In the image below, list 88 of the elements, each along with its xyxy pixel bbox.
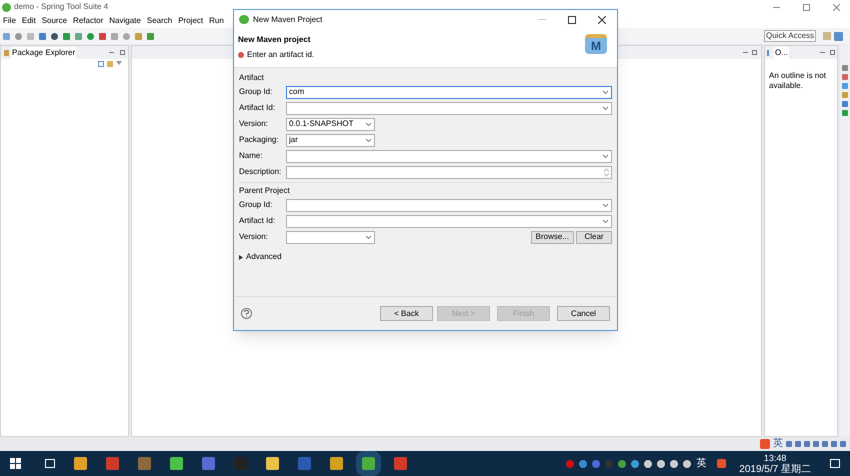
menu-item[interactable]: Refactor — [73, 15, 104, 27]
combo-field[interactable] — [286, 102, 612, 114]
clock-date[interactable]: 2019/5/7 星期二 — [739, 464, 811, 474]
menu-item[interactable]: Navigate — [109, 15, 141, 27]
combo-field[interactable]: com — [286, 86, 612, 98]
app-icon[interactable] — [266, 457, 279, 470]
square-icon[interactable] — [842, 101, 848, 107]
square-icon[interactable] — [63, 32, 70, 40]
app-icon[interactable] — [202, 457, 215, 470]
ime-mode[interactable]: 英 — [773, 439, 783, 449]
triangle-icon — [239, 254, 243, 260]
section-label: Artifact — [239, 72, 265, 84]
section-label: Parent Project — [239, 184, 291, 197]
app-icon[interactable] — [330, 457, 343, 470]
square-icon[interactable] — [842, 65, 848, 71]
app-icon[interactable] — [106, 457, 119, 470]
field-label: Name: — [239, 150, 264, 162]
square-icon[interactable] — [99, 32, 106, 40]
menu-item[interactable]: Run — [209, 15, 224, 27]
field-label: Group Id: — [239, 86, 274, 98]
square-icon[interactable] — [842, 83, 848, 89]
app-icon[interactable] — [298, 457, 311, 470]
dialog-title: New Maven Project — [253, 14, 324, 26]
square-icon[interactable] — [75, 32, 82, 40]
square-icon[interactable] — [39, 32, 46, 40]
error-message: Enter an artifact id. — [247, 49, 314, 61]
combo-field[interactable]: 0.0.1-SNAPSHOT — [286, 118, 375, 130]
chevron-down-icon — [602, 154, 609, 158]
chevron-down-icon — [365, 122, 372, 126]
menu-item[interactable]: File — [3, 15, 16, 27]
app-icon[interactable] — [170, 457, 183, 470]
chevron-down-icon — [602, 90, 609, 94]
dialog-button[interactable]: Cancel — [557, 306, 610, 321]
dialog-button[interactable]: Browse... — [530, 230, 574, 244]
advanced-expander[interactable]: Advanced — [239, 251, 612, 263]
chevron-down-icon — [365, 234, 372, 240]
dialog-button[interactable]: < Back — [380, 306, 433, 321]
close-icon[interactable] — [598, 16, 606, 24]
app-icon[interactable] — [138, 457, 151, 470]
quick-access-field[interactable]: Quick Access — [764, 30, 816, 42]
field-label: Group Id: — [239, 199, 274, 211]
text-area-field[interactable] — [286, 166, 612, 178]
app-icon[interactable] — [74, 457, 87, 470]
menu-item[interactable]: Edit — [22, 15, 36, 27]
help-icon[interactable] — [241, 308, 252, 319]
combo-field[interactable]: jar — [286, 134, 375, 146]
square-icon[interactable] — [842, 74, 848, 80]
restore-icon[interactable] — [803, 4, 810, 10]
combo-field[interactable] — [286, 230, 375, 244]
app-icon[interactable] — [394, 457, 407, 470]
chevron-down-icon — [365, 138, 372, 142]
field-label: Version: — [239, 118, 269, 130]
app-icon[interactable] — [362, 457, 375, 470]
menu-item[interactable]: Project — [178, 15, 204, 27]
maximize-icon[interactable] — [568, 16, 576, 24]
field-label: Artifact Id: — [239, 102, 276, 114]
square-icon[interactable] — [3, 32, 10, 40]
ime-indicator[interactable]: 英 — [696, 458, 706, 468]
windows-logo-icon[interactable] — [10, 458, 21, 469]
minimize-icon[interactable] — [773, 6, 780, 8]
square-icon[interactable] — [147, 32, 154, 40]
window-title: demo - Spring Tool Suite 4 — [14, 1, 110, 13]
error-icon — [238, 52, 244, 58]
chevron-down-icon — [602, 106, 609, 110]
menu-item[interactable]: Search — [146, 15, 172, 27]
combo-field[interactable] — [286, 214, 612, 228]
field-label: Packaging: — [239, 134, 280, 146]
field-label: Artifact Id: — [239, 215, 276, 227]
field-label: Version: — [239, 231, 269, 243]
combo-field[interactable] — [286, 150, 612, 162]
view-tab[interactable]: O... — [774, 46, 789, 58]
combo-field[interactable] — [286, 198, 612, 212]
view-menu-icon[interactable] — [116, 61, 122, 67]
square-icon[interactable] — [135, 32, 142, 40]
dialog-button[interactable]: Clear — [576, 230, 612, 244]
outline-message: An outline is not available. — [768, 70, 827, 91]
chevron-down-icon — [602, 202, 609, 208]
page-heading: New Maven project — [238, 34, 312, 46]
view-tab[interactable]: Package Explorer — [11, 46, 76, 58]
spinner-arrows-icon — [604, 168, 609, 176]
menu-item[interactable]: Source — [42, 15, 68, 27]
clock-time[interactable]: 13:48 — [764, 452, 786, 464]
maven-logo-icon: M — [585, 34, 607, 54]
field-label: Description: — [239, 166, 282, 178]
square-icon[interactable] — [27, 32, 34, 40]
square-icon[interactable] — [842, 110, 848, 116]
chevron-down-icon — [602, 218, 609, 224]
square-icon[interactable] — [111, 32, 118, 40]
